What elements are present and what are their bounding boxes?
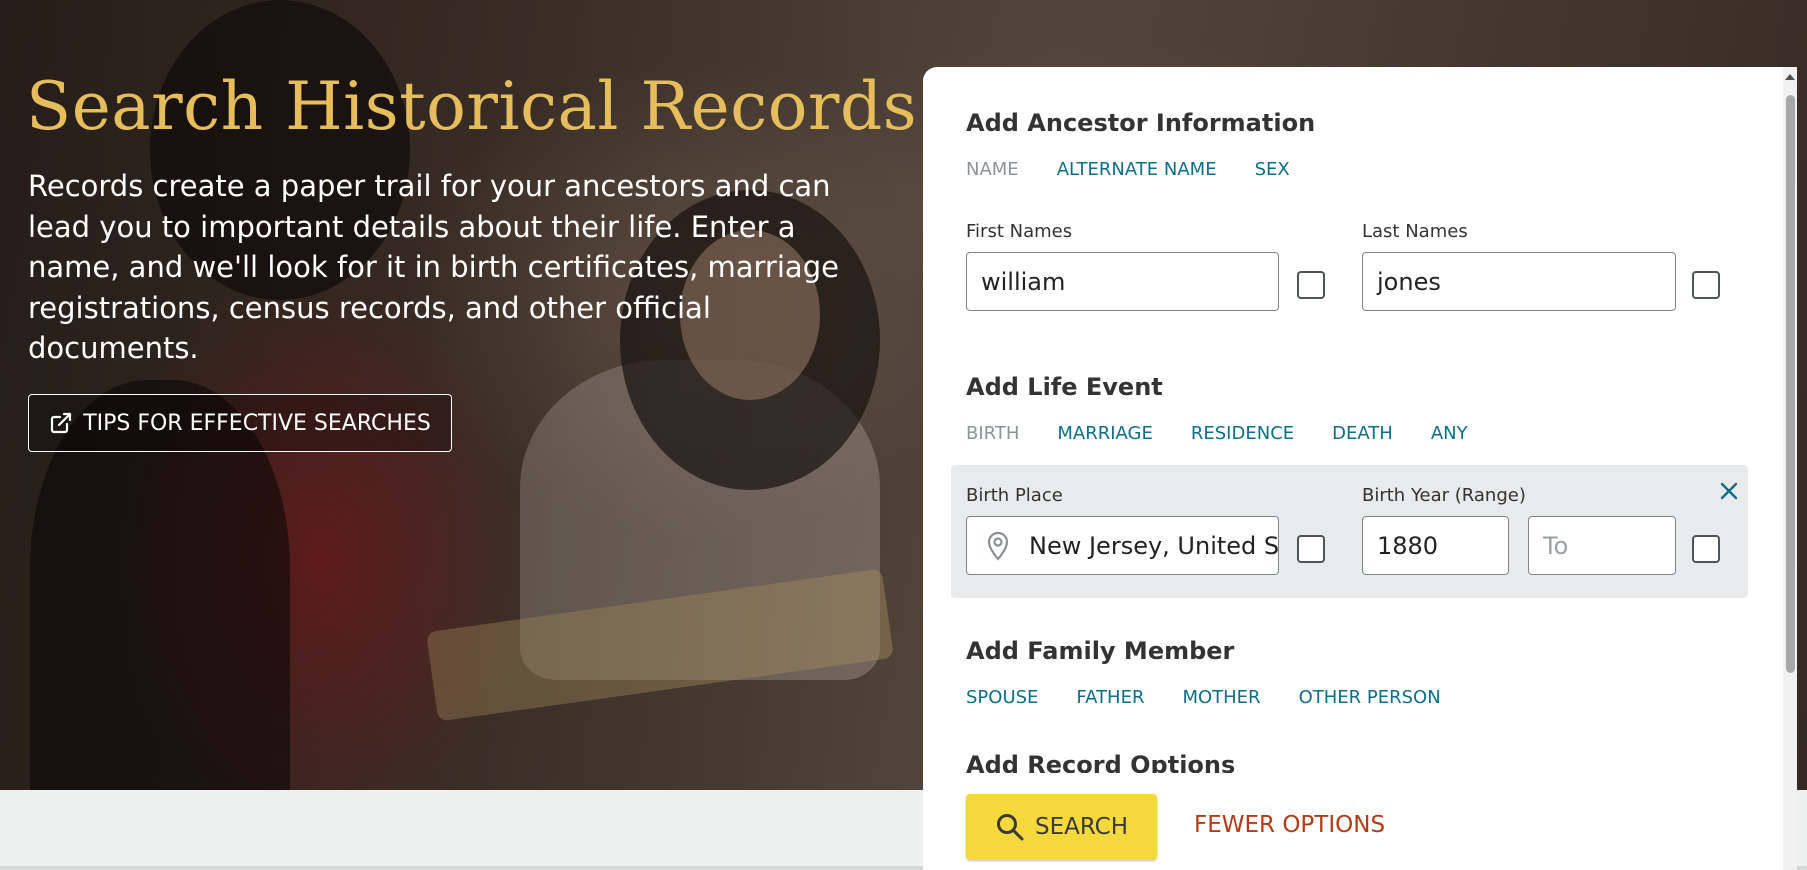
tab-spouse[interactable]: SPOUSE bbox=[966, 687, 1038, 708]
tab-any[interactable]: ANY bbox=[1431, 423, 1468, 444]
birth-year-to-input[interactable]: To bbox=[1528, 516, 1676, 575]
life-event-heading: Add Life Event bbox=[966, 373, 1163, 401]
last-names-input[interactable]: jones bbox=[1362, 252, 1676, 311]
tab-death[interactable]: DEATH bbox=[1332, 423, 1393, 444]
first-names-input[interactable]: william bbox=[966, 252, 1279, 311]
tab-sex[interactable]: SEX bbox=[1255, 159, 1290, 180]
life-event-tabs: BIRTH MARRIAGE RESIDENCE DEATH ANY bbox=[966, 423, 1506, 444]
birth-year-exact-checkbox[interactable] bbox=[1692, 535, 1720, 563]
birth-place-value: New Jersey, United States bbox=[1029, 531, 1279, 560]
external-link-icon bbox=[51, 412, 72, 434]
family-member-tabs: SPOUSE FATHER MOTHER OTHER PERSON bbox=[966, 687, 1479, 708]
birth-place-label: Birth Place bbox=[966, 485, 1063, 506]
tips-button-label: TIPS FOR EFFECTIVE SEARCHES bbox=[83, 410, 431, 436]
birth-place-exact-checkbox[interactable] bbox=[1297, 535, 1325, 563]
tab-father[interactable]: FATHER bbox=[1076, 687, 1144, 708]
ancestor-tabs: NAME ALTERNATE NAME SEX bbox=[966, 159, 1328, 180]
search-icon bbox=[996, 814, 1024, 841]
hero-description: Records create a paper trail for your an… bbox=[28, 169, 839, 365]
panel-scrollbar-thumb[interactable] bbox=[1786, 95, 1795, 673]
last-names-label: Last Names bbox=[1362, 221, 1468, 242]
last-names-exact-checkbox[interactable] bbox=[1692, 271, 1720, 299]
tab-birth[interactable]: BIRTH bbox=[966, 423, 1019, 444]
search-button[interactable]: SEARCH bbox=[966, 794, 1157, 860]
ancestor-info-heading: Add Ancestor Information bbox=[966, 109, 1316, 137]
tab-residence[interactable]: RESIDENCE bbox=[1191, 423, 1294, 444]
first-names-label: First Names bbox=[966, 221, 1073, 242]
search-button-label: SEARCH bbox=[1034, 814, 1129, 840]
first-names-exact-checkbox[interactable] bbox=[1297, 271, 1325, 299]
scroll-up-arrow-icon[interactable] bbox=[1783, 70, 1797, 84]
tab-name[interactable]: NAME bbox=[966, 159, 1019, 180]
page-title: Search Historical Records bbox=[26, 68, 918, 145]
search-form-panel: Add Ancestor Information NAME ALTERNATE … bbox=[923, 67, 1797, 870]
close-icon[interactable] bbox=[1717, 479, 1741, 503]
search-form-scroll-area: Add Ancestor Information NAME ALTERNATE … bbox=[923, 67, 1783, 870]
fewer-options-link[interactable]: FEWER OPTIONS bbox=[1194, 812, 1385, 838]
tab-mother[interactable]: MOTHER bbox=[1182, 687, 1260, 708]
family-member-heading: Add Family Member bbox=[966, 637, 1235, 665]
tab-alternate-name[interactable]: ALTERNATE NAME bbox=[1057, 159, 1217, 180]
tab-other-person[interactable]: OTHER PERSON bbox=[1299, 687, 1441, 708]
tab-marriage[interactable]: MARRIAGE bbox=[1057, 423, 1152, 444]
birth-year-label: Birth Year (Range) bbox=[1362, 485, 1526, 506]
location-pin-icon bbox=[987, 531, 1009, 561]
tips-for-effective-searches-button[interactable]: TIPS FOR EFFECTIVE SEARCHES bbox=[28, 394, 452, 452]
birth-year-from-input[interactable]: 1880 bbox=[1362, 516, 1509, 575]
birth-place-input[interactable]: New Jersey, United States bbox=[966, 516, 1279, 575]
